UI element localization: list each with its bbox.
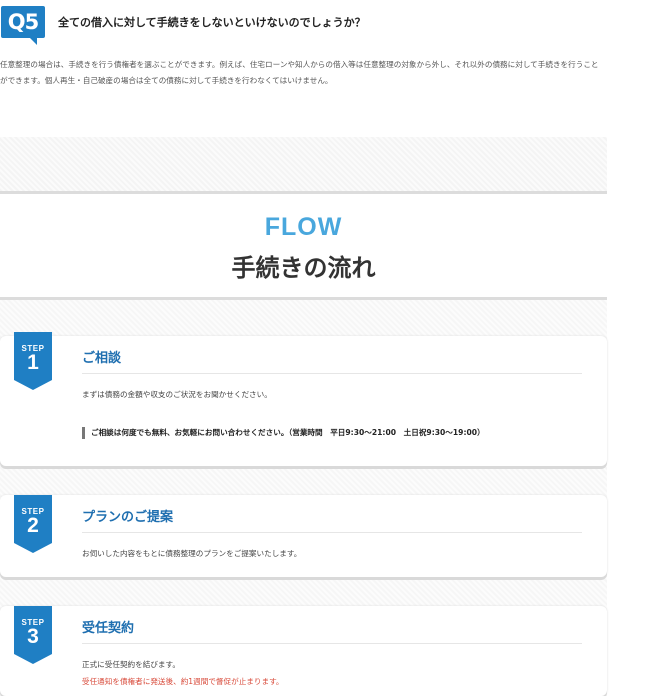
step-title-divider [82, 532, 582, 533]
step-number: 1 [27, 351, 39, 374]
step-badge: STEP 1 [14, 332, 52, 390]
step-red-note: 受任通知を債権者に発送後、約1週間で督促が止まります。 [82, 677, 284, 686]
flow-header: FLOW 手続きの流れ [0, 194, 607, 298]
step-card-1: STEP 1 ご相談 まずは債務の金額や収支のご状況をお聞かせください。 ご相談… [0, 332, 607, 466]
flow-title-jp: 手続きの流れ [231, 254, 376, 282]
step-number: 3 [27, 625, 39, 648]
step-title: 受任契約 [82, 621, 135, 636]
answer-text: 任意整理の場合は、手続きを行う債権者を選ぶことができます。例えば、住宅ローンや知… [0, 60, 599, 85]
step-title-divider [82, 373, 582, 374]
step-title: プランのご提案 [82, 510, 174, 525]
step-number: 2 [27, 514, 39, 537]
step-title: ご相談 [82, 351, 122, 366]
step-note: ご相談は何度でも無料、お気軽にお問い合わせください。（営業時間 平日9:30～2… [82, 427, 485, 439]
step-description: お伺いした内容をもとに債務整理のプランをご提案いたします。 [82, 549, 302, 558]
step-card-3: STEP 3 受任契約 正式に受任契約を結びます。 受任通知を債権者に発送後、約… [0, 606, 607, 696]
question-badge: Q5 [1, 6, 45, 45]
section-divider-band [0, 137, 607, 194]
step-badge: STEP 3 [14, 606, 52, 664]
step-badge: STEP 2 [14, 495, 52, 553]
step-description: まずは債務の金額や収支のご状況をお聞かせください。 [82, 390, 272, 399]
question-title: 全ての借入に対して手続きをしないといけないのでしょうか？ [58, 16, 366, 29]
step-card-2: STEP 2 プランのご提案 お伺いした内容をもとに債務整理のプランをご提案いた… [0, 495, 607, 577]
step-description: 正式に受任契約を結びます。 [82, 660, 180, 669]
step-title-divider [82, 643, 582, 644]
flow-title-en: FLOW [264, 213, 343, 241]
